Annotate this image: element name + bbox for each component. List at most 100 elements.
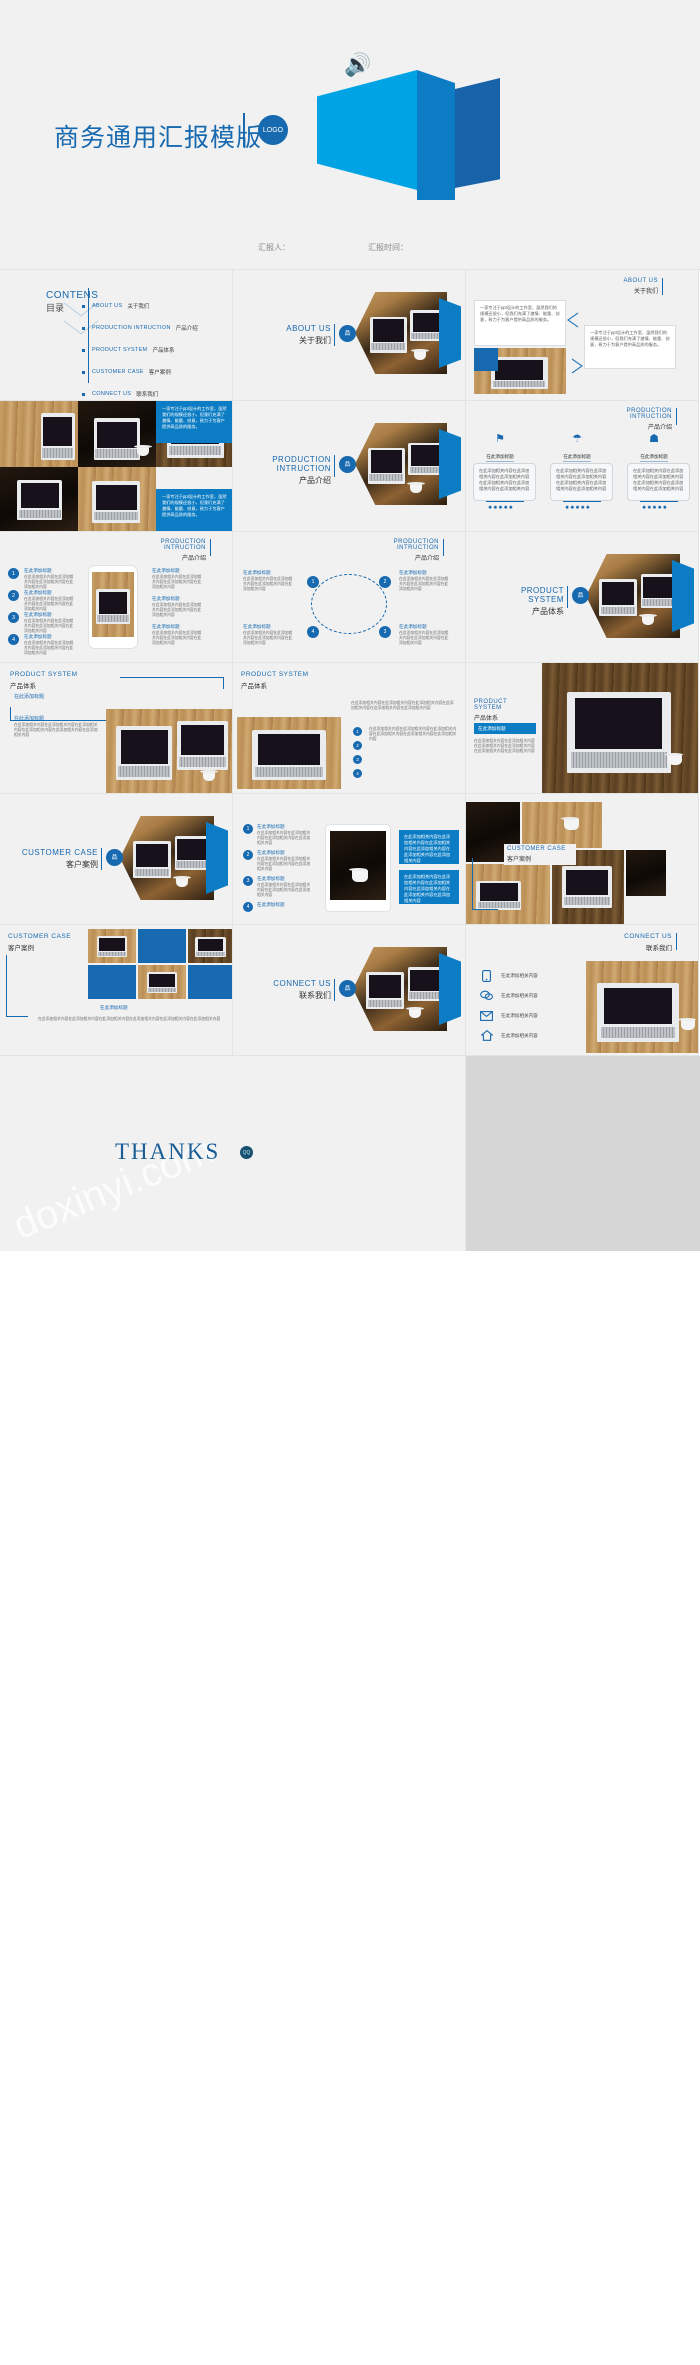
bracket-top <box>120 677 224 689</box>
section-label: PRODUCTION INTRUCTION 产品介绍 <box>245 455 331 486</box>
feature-label: PRODUCTION INTRUCTION 产品介绍 <box>584 408 672 431</box>
toc-item-connect-us[interactable]: CONNECT US 联系我们 <box>82 385 198 400</box>
cc-grid-label-cn: 客户案例 <box>507 857 532 863</box>
list-body-1: 在此添加相关内容在此添加相关内容在此添加相关内容在此添加相关内容 <box>24 575 74 589</box>
ccm-tile-5 <box>138 965 186 999</box>
slide-dashed-circle: PRODUCTION INTRUCTION 产品介绍 1 2 3 4 在此添加标… <box>233 532 466 663</box>
section-label: CONNECT US 联系我们 <box>259 979 331 1001</box>
contact-text-mail: 在此添加相关内容 <box>501 1012 538 1018</box>
psl-body-1: 在此添加相关内容在此添加相关内容在此添加相关内容在此添加相关内容在此添加相关内容… <box>351 701 454 710</box>
circle-label: PRODUCTION INTRUCTION 产品介绍 <box>351 539 439 562</box>
section-divider <box>334 455 335 477</box>
feature-1-title: 在此添加标题 <box>486 454 514 462</box>
psl-label-en: PRODUCT SYSTEM <box>241 671 309 678</box>
feature-2-box: 在此添加相关内容在此添加相关内容在此添加相关内容在此添加相关内容在此添加相关内容… <box>550 463 613 501</box>
section-badge: 品 <box>572 587 589 604</box>
cc-body-2: 在此添加相关内容在此添加相关内容在此添加相关内容在此添加相关内容 <box>257 857 311 871</box>
section-photo <box>353 947 447 1031</box>
slide-customer-case-mosaic: CUSTOMER CASE 客户案例 在此添加标题 在此添加相关内容在此添加相关… <box>0 925 233 1056</box>
ps-label: PRODUCT SYSTEM 产品体系 <box>10 671 90 690</box>
toc-cn: 关于我们 <box>127 304 150 310</box>
ribbon-shape-left <box>317 70 417 190</box>
circle-title-4: 在此添加标题 <box>399 624 427 629</box>
feature-3-title: 在此添加标题 <box>640 454 668 462</box>
cc-number-3[interactable]: 3 <box>243 876 253 886</box>
toc-en: ABOUT US <box>92 303 123 309</box>
node-1[interactable]: 1 <box>307 576 319 588</box>
section-divider <box>101 848 102 870</box>
feature-2-body: 在此添加相关内容在此添加相关内容在此添加相关内容在此添加相关内容在此添加相关内容… <box>556 468 607 491</box>
list-number-3[interactable]: 3 <box>8 612 19 623</box>
section-badge: 品 <box>339 456 356 473</box>
tablet-mockup <box>325 824 391 912</box>
contact-row-chat[interactable]: 在此添加相关内容 <box>480 989 538 1002</box>
contact-row-mail[interactable]: 在此添加相关内容 <box>480 1009 538 1022</box>
cc-number-1[interactable]: 1 <box>243 824 253 834</box>
ps-photo <box>106 709 232 793</box>
psl-number-4[interactable]: 4 <box>353 769 362 778</box>
node-4[interactable]: 4 <box>307 626 319 638</box>
contact-label-cn: 联系我们 <box>646 945 672 952</box>
section-label-cn: 联系我们 <box>299 991 331 1000</box>
circle-body-1: 在此添加相关内容在此添加相关内容在此添加相关内容在此添加相关内容 <box>243 577 293 591</box>
circle-title-1: 在此添加标题 <box>243 570 271 575</box>
slide-product-system-brackets: PRODUCT SYSTEM 产品体系 在此添加标题 在此添加相关内容在此添加相… <box>0 663 233 794</box>
toc-item-production[interactable]: PRODUCTION INTRUCTION 产品介绍 <box>82 319 198 337</box>
ccm-label-en: CUSTOMER CASE <box>8 933 72 940</box>
section-divider <box>334 979 335 1001</box>
circle-divider <box>443 539 444 556</box>
thanks-text: THANKS <box>115 1139 221 1164</box>
section-photo <box>120 816 214 900</box>
psl-number-3[interactable]: 3 <box>353 755 362 764</box>
right-title-1: 在此添加标题 <box>152 568 180 573</box>
bullet-icon <box>82 348 85 352</box>
cc-number-2[interactable]: 2 <box>243 850 253 860</box>
mail-icon <box>480 1009 493 1022</box>
psl-number-2[interactable]: 2 <box>353 741 362 750</box>
thanks-right-panel <box>466 1056 700 1251</box>
ribbon-accent <box>439 953 461 1025</box>
feature-label-cn: 产品介绍 <box>647 425 672 431</box>
psl-number-1[interactable]: 1 <box>353 727 362 736</box>
ribbon-accent <box>672 560 694 632</box>
slide-numbered-phone: PRODUCTION INTRUCTION 产品介绍 1 在此添加标题 在此添加… <box>0 532 233 663</box>
contact-row-home[interactable]: 在此添加相关内容 <box>480 1029 538 1042</box>
list-number-1[interactable]: 1 <box>8 568 19 579</box>
list-title-2: 在此添加标题 <box>24 590 52 595</box>
slide-product-system-list: PRODUCT SYSTEM 产品体系 在此添加相关内容在此添加相关内容在此添加… <box>233 663 466 794</box>
feature-2-title: 在此添加标题 <box>563 454 591 462</box>
about-label: ABOUT US 关于我们 <box>586 278 658 295</box>
ccm-tile-3 <box>188 929 232 963</box>
toc-item-customer-case[interactable]: CUSTOMER CASE 客户案例 <box>82 363 198 381</box>
toc-cn: 联系我们 <box>136 392 159 398</box>
chat-icon <box>480 989 493 1002</box>
list-number-2[interactable]: 2 <box>8 590 19 601</box>
about-blue-card-1: 一家专注于ppt设计的工作室，虽然我们的规模还很小，但我们充满了激情、能量、创意… <box>156 401 232 443</box>
slide-contact-list: CONNECT US 联系我们 在此添加相关内容 在此添加相关内容 在此添加相关… <box>466 925 699 1056</box>
node-2[interactable]: 2 <box>379 576 391 588</box>
ps-title-1: 在此添加标题 <box>14 694 45 700</box>
about-blue-card-2: 一家专注于ppt设计的工作室，虽然我们的规模还很小，但我们充满了激情、能量、创意… <box>156 489 232 531</box>
contact-row-phone[interactable]: 在此添加相关内容 <box>480 969 538 982</box>
about-card-right: 一家专注于ppt设计的工作室，虽然我们的规模还很小，但我们充满了激情、能量、创意… <box>584 325 676 369</box>
node-3[interactable]: 3 <box>379 626 391 638</box>
list-number-4[interactable]: 4 <box>8 634 19 645</box>
toc-item-product-system[interactable]: PRODUCT SYSTEM 产品体系 <box>82 341 198 359</box>
person-icon: ☗ <box>649 433 659 445</box>
speaker-label: 汇报人： <box>258 243 290 252</box>
numbered-label-cn: 产品介绍 <box>181 556 206 562</box>
ccm-tile-6 <box>188 965 232 999</box>
psp-label-en: PRODUCT SYSTEM <box>474 699 508 711</box>
cc-number-4[interactable]: 4 <box>243 902 253 912</box>
feature-1-underline <box>486 501 524 503</box>
feature-label-en: PRODUCTION INTRUCTION <box>626 408 672 420</box>
ps-label-cn: 产品体系 <box>10 683 36 690</box>
circle-title-2: 在此添加标题 <box>399 570 427 575</box>
toc-item-about[interactable]: ABOUT US 关于我们 <box>82 297 198 315</box>
photo-tile-5 <box>78 467 156 531</box>
slide-title: 🔊 商务通用汇报模版 LOGO 汇报人： 汇报时间： <box>0 0 700 270</box>
slide-about-photogrid: 一家专注于ppt设计的工作室，虽然我们的规模还很小，但我们充满了激情、能量、创意… <box>0 401 233 532</box>
ribbon-accent <box>439 429 461 499</box>
title-divider <box>243 113 245 147</box>
toc-en: CUSTOMER CASE <box>92 369 144 375</box>
